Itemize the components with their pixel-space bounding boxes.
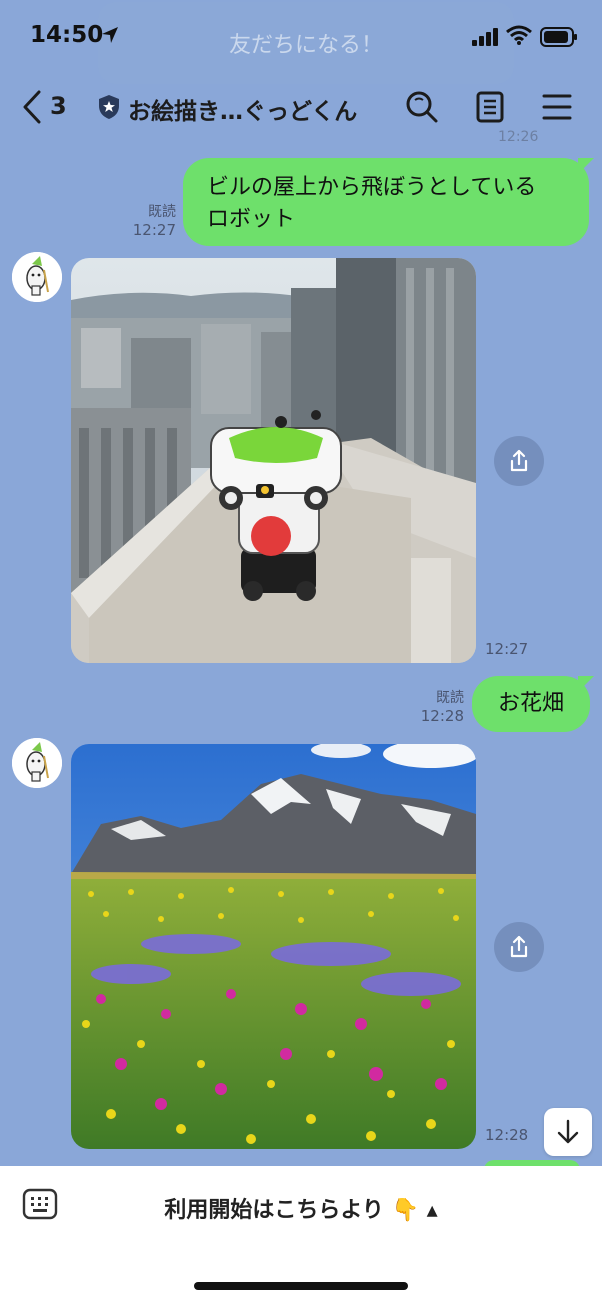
battery-icon: [540, 27, 577, 47]
add-friend-banner[interactable]: 友だちになる！: [98, 2, 514, 84]
start-usage-menu-toggle[interactable]: 利用開始はこちらより 👇 ▴: [0, 1192, 602, 1224]
bot-avatar[interactable]: [12, 252, 62, 302]
add-friend-banner-label: 友だちになる！: [228, 33, 383, 58]
bottom-bar: 利用開始はこちらより 👇 ▴: [0, 1166, 602, 1303]
message-time: 12:27: [132, 221, 176, 239]
back-chevron-icon: [23, 90, 41, 124]
message-time: 12:27: [485, 640, 529, 658]
message-text-line: ロボット: [207, 207, 296, 232]
menu-icon[interactable]: [542, 92, 572, 122]
message-time: 12:28: [420, 707, 464, 725]
read-receipt: 既読: [148, 204, 176, 220]
message-text-line: ビルの屋上から飛ぼうとしている: [207, 175, 537, 200]
outgoing-message-bubble[interactable]: お花畑: [472, 676, 590, 732]
chat-header: 3 お絵描き…ぐっどくん: [0, 80, 602, 136]
generated-image-robot[interactable]: [71, 258, 476, 663]
chat-title[interactable]: お絵描き…ぐっどくん: [128, 92, 357, 126]
read-receipt: 既読: [436, 690, 464, 706]
arrow-down-icon: [557, 1119, 579, 1144]
message-meta: 既読 12:28: [412, 689, 464, 725]
wifi-icon: [506, 25, 532, 45]
status-time: 14:50: [30, 22, 104, 48]
back-button[interactable]: 3: [20, 90, 80, 126]
message-meta: 既読 12:27: [128, 203, 176, 239]
share-button[interactable]: [494, 922, 544, 972]
status-bar: 友だちになる！ 14:50: [0, 0, 602, 84]
location-arrow-icon: [102, 27, 118, 43]
outgoing-message-bubble[interactable]: ビルの屋上から飛ぼうとしている ロボット: [183, 158, 589, 246]
shield-icon: [99, 95, 119, 119]
home-indicator: [194, 1282, 408, 1290]
share-icon: [510, 935, 528, 958]
faded-timestamp: 12:26: [498, 129, 539, 145]
signal-icon: [472, 28, 498, 46]
generated-image-flowers[interactable]: [71, 744, 476, 1149]
search-icon[interactable]: [405, 90, 439, 124]
scroll-to-bottom-button[interactable]: [544, 1108, 592, 1156]
notes-icon[interactable]: [476, 91, 504, 123]
share-button[interactable]: [494, 436, 544, 486]
message-time: 12:28: [485, 1126, 529, 1144]
share-icon: [510, 449, 528, 472]
bot-avatar[interactable]: [12, 738, 62, 788]
unread-count: 3: [50, 92, 67, 120]
message-text: お花畑: [497, 691, 564, 716]
